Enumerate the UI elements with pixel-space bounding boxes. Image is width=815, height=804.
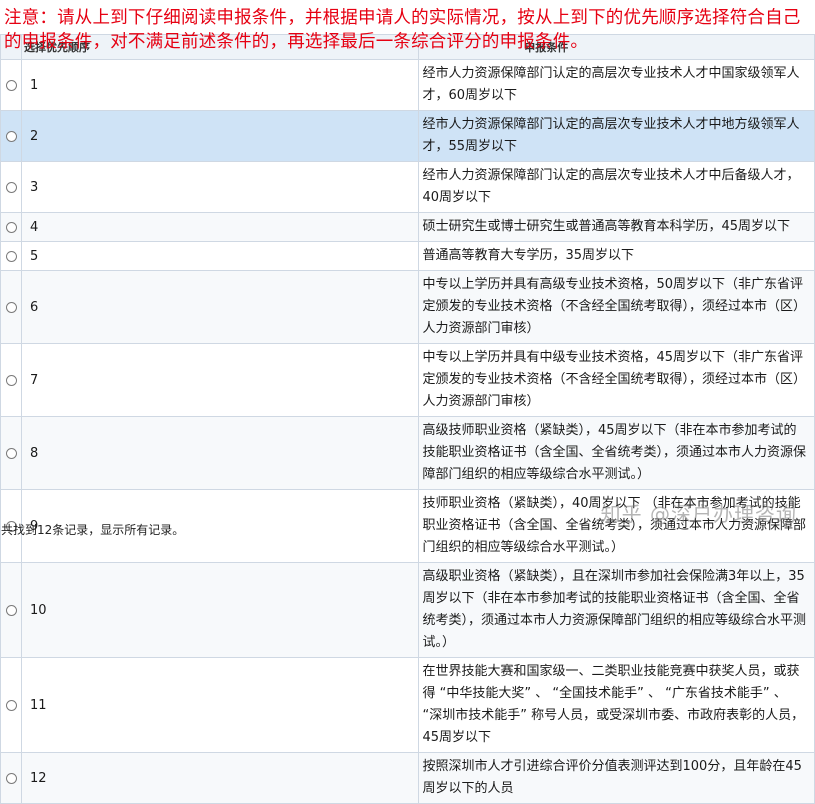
priority-notice: 注意：请从上到下仔细阅读申报条件，并根据申请人的实际情况，按从上到下的优先顺序选… xyxy=(4,8,801,52)
row-number: 4 xyxy=(21,212,419,242)
row-number: 10 xyxy=(21,562,419,658)
select-radio[interactable] xyxy=(5,250,17,262)
row-condition: 中专以上学历并具有高级专业技术资格，50周岁以下（非广东省评定颁发的专业技术资格… xyxy=(417,270,815,344)
table-row[interactable]: 6 中专以上学历并具有高级专业技术资格，50周岁以下（非广东省评定颁发的专业技术… xyxy=(0,270,815,344)
select-radio[interactable] xyxy=(5,221,17,233)
select-radio[interactable] xyxy=(5,301,17,313)
table-row[interactable]: 11 在世界技能大赛和国家级一、二类职业技能竞赛中获奖人员，或获得 “中华技能大… xyxy=(0,657,815,753)
table-row[interactable]: 5 普通高等教育大专学历，35周岁以下 xyxy=(0,241,815,271)
row-condition: 在世界技能大赛和国家级一、二类职业技能竞赛中获奖人员，或获得 “中华技能大奖” … xyxy=(417,657,815,753)
select-radio[interactable] xyxy=(5,79,17,91)
row-condition: 硕士研究生或博士研究生或普通高等教育本科学历，45周岁以下 xyxy=(417,212,815,242)
select-radio[interactable] xyxy=(5,374,17,386)
row-number: 11 xyxy=(21,657,419,753)
table-row[interactable]: 3 经市人力资源保障部门认定的高层次专业技术人才中后备级人才，40周岁以下 xyxy=(0,161,815,213)
table-row[interactable]: 8 高级技师职业资格（紧缺类），45周岁以下（非在本市参加考试的技能职业资格证书… xyxy=(0,416,815,490)
conditions-table: 选择优先顺序 申报条件 1 经市人力资源保障部门认定的高层次专业技术人才中国家级… xyxy=(0,34,815,804)
row-number: 6 xyxy=(21,270,419,344)
select-radio[interactable] xyxy=(5,699,17,711)
row-number: 12 xyxy=(21,752,419,804)
select-radio[interactable] xyxy=(5,130,17,142)
select-radio[interactable] xyxy=(5,604,17,616)
select-radio[interactable] xyxy=(5,181,17,193)
table-row[interactable]: 1 经市人力资源保障部门认定的高层次专业技术人才中国家级领军人才，60周岁以下 xyxy=(0,59,815,111)
row-number: 8 xyxy=(21,416,419,490)
row-condition: 普通高等教育大专学历，35周岁以下 xyxy=(417,241,815,271)
row-condition: 中专以上学历并具有中级专业技术资格，45周岁以下（非广东省评定颁发的专业技术资格… xyxy=(417,343,815,417)
select-radio[interactable] xyxy=(5,447,17,459)
watermark: 知乎 @深户办理咨询 xyxy=(600,502,797,526)
table-row[interactable]: 7 中专以上学历并具有中级专业技术资格，45周岁以下（非广东省评定颁发的专业技术… xyxy=(0,343,815,417)
table-row[interactable]: 4 硕士研究生或博士研究生或普通高等教育本科学历，45周岁以下 xyxy=(0,212,815,242)
row-number: 7 xyxy=(21,343,419,417)
row-number: 5 xyxy=(21,241,419,271)
row-condition: 经市人力资源保障部门认定的高层次专业技术人才中后备级人才，40周岁以下 xyxy=(417,161,815,213)
row-condition: 经市人力资源保障部门认定的高层次专业技术人才中地方级领军人才，55周岁以下 xyxy=(417,110,815,162)
row-condition: 高级职业资格（紧缺类），且在深圳市参加社会保险满3年以上，35周岁以下（非在本市… xyxy=(417,562,815,658)
table-row[interactable]: 10 高级职业资格（紧缺类），且在深圳市参加社会保险满3年以上，35周岁以下（非… xyxy=(0,562,815,658)
row-condition: 按照深圳市人才引进综合评价分值表测评达到100分，且年龄在45周岁以下的人员 xyxy=(417,752,815,804)
select-radio[interactable] xyxy=(5,772,17,784)
row-condition: 高级技师职业资格（紧缺类），45周岁以下（非在本市参加考试的技能职业资格证书（含… xyxy=(417,416,815,490)
table-row-selected[interactable]: 2 经市人力资源保障部门认定的高层次专业技术人才中地方级领军人才，55周岁以下 xyxy=(0,110,815,162)
row-number: 2 xyxy=(21,110,419,162)
table-row[interactable]: 12 按照深圳市人才引进综合评价分值表测评达到100分，且年龄在45周岁以下的人… xyxy=(0,752,815,804)
row-number: 3 xyxy=(21,161,419,213)
row-number: 1 xyxy=(21,59,419,111)
row-condition: 经市人力资源保障部门认定的高层次专业技术人才中国家级领军人才，60周岁以下 xyxy=(417,59,815,111)
